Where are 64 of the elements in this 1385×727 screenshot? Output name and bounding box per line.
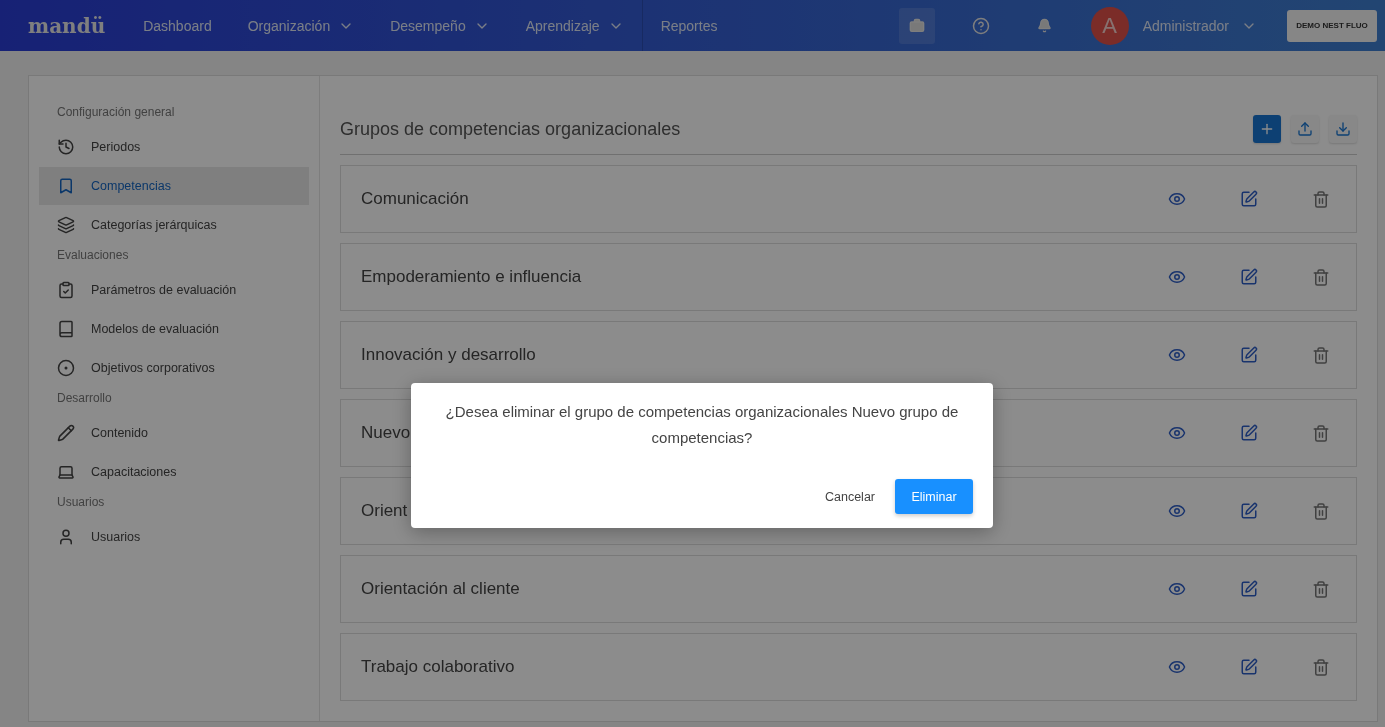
sidebar-item[interactable]: Objetivos corporativos <box>39 349 309 387</box>
briefcase-icon <box>908 17 925 34</box>
pencil-icon <box>57 424 75 442</box>
clipboard-check-icon <box>57 281 75 299</box>
group-name: Orient <box>361 501 408 521</box>
trash-icon <box>1312 579 1330 599</box>
trash-icon <box>1312 267 1330 287</box>
sidebar-item[interactable]: Usuarios <box>39 518 309 556</box>
edit-icon <box>1240 501 1258 521</box>
sidebar-item[interactable]: Parámetros de evaluación <box>39 271 309 309</box>
book-icon <box>57 320 75 338</box>
laptop-icon <box>57 463 75 481</box>
sidebar-item[interactable]: Competencias <box>39 167 309 205</box>
nav-item[interactable]: Organización <box>229 0 373 51</box>
group-name: Trabajo colaborativo <box>361 657 515 677</box>
logo[interactable]: mandü <box>28 13 106 38</box>
section-title: Evaluaciones <box>56 247 130 264</box>
edit-icon <box>1240 657 1258 677</box>
bookmark-icon <box>57 177 75 195</box>
user-name[interactable]: Administrador <box>1142 17 1229 34</box>
trash-icon <box>1312 189 1330 209</box>
dialog-message: ¿Desea eliminar el grupo de competencias organizacionales Nuevo grupo de competencias? <box>444 402 960 448</box>
edit-icon <box>1240 189 1258 209</box>
delete-confirm-button[interactable]: Eliminar <box>895 479 973 514</box>
clock-icon <box>57 138 75 156</box>
target-icon <box>57 359 75 377</box>
sidebar-item[interactable]: Contenido <box>39 414 309 452</box>
page-title: Grupos de competencias organizacionales <box>340 118 681 140</box>
trash-icon <box>1312 657 1330 677</box>
nav-item[interactable]: Reportes <box>642 0 736 51</box>
upload-icon <box>1297 121 1313 137</box>
section-title: Desarrollo <box>56 390 113 407</box>
edit-icon <box>1240 579 1258 599</box>
company-button[interactable]: DEMO NEST FLUO <box>1287 9 1377 42</box>
upload-button[interactable] <box>1291 115 1319 143</box>
group-name: Orientación al cliente <box>361 579 520 599</box>
section-title: Configuración general <box>56 104 176 121</box>
edit-icon <box>1240 267 1258 287</box>
trash-icon <box>1312 501 1330 521</box>
sidebar-item[interactable]: Modelos de evaluación <box>39 310 309 348</box>
edit-icon <box>1240 423 1258 443</box>
download-icon <box>1335 121 1351 137</box>
nav-item[interactable]: Dashboard <box>125 0 230 51</box>
cancel-button[interactable]: Cancelar <box>818 488 881 505</box>
trash-icon <box>1312 423 1330 443</box>
nav-item[interactable]: Aprendizaje <box>507 0 642 51</box>
section-title: Usuarios <box>56 494 106 511</box>
trash-icon <box>1312 345 1330 365</box>
download-button[interactable] <box>1329 115 1357 143</box>
sidebar-item[interactable]: Categorías jerárquicas <box>39 206 309 244</box>
plus-icon <box>1259 121 1275 137</box>
user-icon <box>57 528 75 546</box>
sidebar-item[interactable]: Capacitaciones <box>39 453 309 491</box>
nav-item[interactable]: Desempeño <box>372 0 508 51</box>
edit-icon <box>1240 345 1258 365</box>
layers-icon <box>57 216 75 234</box>
group-name: Empoderamiento e influencia <box>361 267 582 287</box>
bell-icon <box>1037 18 1053 33</box>
add-button[interactable] <box>1253 115 1281 143</box>
group-name: Innovación y desarrollo <box>361 345 536 365</box>
group-name: Nuevo <box>361 423 411 443</box>
help-icon <box>971 16 990 35</box>
group-name: Comunicación <box>361 189 469 209</box>
sidebar-item[interactable]: Periodos <box>39 128 309 166</box>
